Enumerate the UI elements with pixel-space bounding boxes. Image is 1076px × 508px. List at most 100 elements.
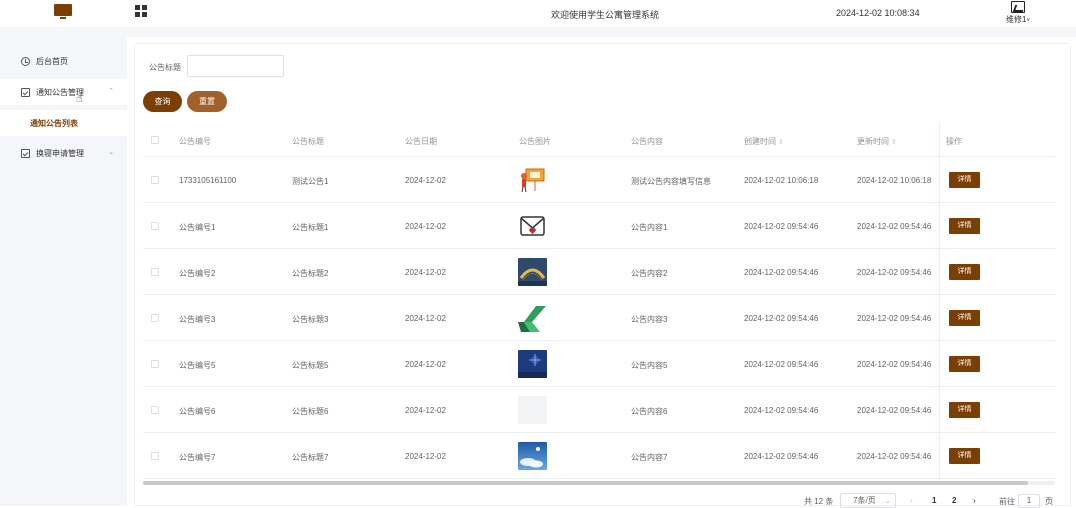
scrollbar-thumb[interactable] bbox=[143, 481, 1028, 485]
next-page-icon[interactable]: › bbox=[973, 496, 976, 505]
detail-button[interactable]: 详情 bbox=[949, 172, 980, 188]
prev-page-icon[interactable]: ‹ bbox=[910, 496, 913, 505]
presentation-thumbnail[interactable] bbox=[518, 166, 547, 194]
column-header-updated[interactable]: 更新时间 ⇕ bbox=[857, 136, 897, 147]
chevron-down-icon[interactable]: ˅ bbox=[1026, 18, 1030, 24]
avatar-image-icon[interactable] bbox=[1011, 1, 1025, 13]
cell-updated: 2024-12-02 09:54:46 bbox=[857, 222, 932, 231]
blank-thumbnail[interactable] bbox=[518, 396, 547, 424]
sort-icon[interactable]: ⇕ bbox=[891, 139, 897, 146]
detail-button[interactable]: 详情 bbox=[949, 218, 980, 234]
table-row: 公告编号2 公告标题2 2024-12-02 公告内容2 2024-12-02 … bbox=[143, 249, 1055, 295]
envelope-thumbnail[interactable] bbox=[518, 212, 547, 240]
page-unit-label: 页 bbox=[1045, 497, 1053, 506]
cell-date: 2024-12-02 bbox=[405, 222, 446, 231]
table-row: 公告编号1 公告标题1 2024-12-02 公告内容1 2024-12-02 … bbox=[143, 203, 1055, 249]
cell-content: 公告内容2 bbox=[631, 269, 668, 278]
goto-label: 前往 bbox=[999, 497, 1015, 506]
cell-created: 2024-12-02 09:54:46 bbox=[744, 406, 819, 415]
sidebar bbox=[0, 37, 127, 506]
row-checkbox[interactable] bbox=[151, 452, 159, 460]
column-header-image: 公告图片 bbox=[519, 137, 551, 146]
cell-date: 2024-12-02 bbox=[405, 360, 446, 369]
cell-date: 2024-12-02 bbox=[405, 452, 446, 461]
cell-date: 2024-12-02 bbox=[405, 314, 446, 323]
cell-title: 公告标题5 bbox=[292, 361, 329, 370]
cell-title: 公告标题7 bbox=[292, 453, 329, 462]
row-checkbox[interactable] bbox=[151, 268, 159, 276]
pagination-total: 共 12 条 bbox=[804, 497, 834, 506]
cell-content: 公告内容7 bbox=[631, 453, 668, 462]
cell-title: 公告标题1 bbox=[292, 223, 329, 232]
row-checkbox[interactable] bbox=[151, 314, 159, 322]
green-shape-thumbnail[interactable] bbox=[518, 304, 547, 332]
blue-sky-thumbnail[interactable] bbox=[518, 442, 547, 470]
hand-cursor-icon: ☝ bbox=[76, 93, 83, 105]
search-input[interactable] bbox=[187, 55, 284, 77]
sidebar-item-home[interactable]: 后台首页 bbox=[0, 48, 127, 74]
detail-button[interactable]: 详情 bbox=[949, 264, 980, 280]
column-header-date: 公告日期 bbox=[405, 137, 437, 146]
detail-button[interactable]: 详情 bbox=[949, 356, 980, 372]
apps-grid-icon[interactable] bbox=[135, 5, 147, 17]
table-row: 公告编号3 公告标题3 2024-12-02 公告内容3 2024-12-02 … bbox=[143, 295, 1055, 341]
cell-updated: 2024-12-02 09:54:46 bbox=[857, 314, 932, 323]
row-checkbox[interactable] bbox=[151, 360, 159, 368]
detail-button[interactable]: 详情 bbox=[949, 310, 980, 326]
page-2[interactable]: 2 bbox=[952, 496, 956, 505]
application-icon bbox=[21, 148, 30, 158]
top-bar: 欢迎使用学生公寓管理系统 2024-12-02 10:08:34 维修1˅ bbox=[0, 0, 1076, 27]
cell-created: 2024-12-02 10:06:18 bbox=[744, 176, 819, 185]
cell-title: 公告标题6 bbox=[292, 407, 329, 416]
page-size-value: 7条/页 bbox=[853, 496, 876, 505]
column-header-id: 公告编号 bbox=[179, 137, 211, 146]
cell-content: 公告内容1 bbox=[631, 223, 668, 232]
cell-updated: 2024-12-02 09:54:46 bbox=[857, 268, 932, 277]
search-label: 公告标题 bbox=[149, 63, 181, 72]
sidebar-subitem-notice-list[interactable]: 通知公告列表 bbox=[0, 110, 127, 136]
column-header-created[interactable]: 创建时间 ⇕ bbox=[744, 136, 784, 147]
table-row: 1733105161100 测试公告1 2024-12-02 测试公告内容填写信… bbox=[143, 157, 1055, 203]
sidebar-subitem-label: 通知公告列表 bbox=[30, 118, 78, 128]
username[interactable]: 维修1 bbox=[1006, 15, 1026, 24]
row-checkbox[interactable] bbox=[151, 176, 159, 184]
detail-button[interactable]: 详情 bbox=[949, 448, 980, 464]
cell-created: 2024-12-02 09:54:46 bbox=[744, 314, 819, 323]
arch-thumbnail[interactable] bbox=[518, 258, 547, 286]
sidebar-item-application[interactable]: 换寝申请管理 ⌄ bbox=[0, 140, 127, 166]
sidebar-item-notice[interactable]: 通知公告管理 ⌃ bbox=[0, 79, 127, 105]
cell-id: 公告编号3 bbox=[179, 315, 216, 324]
cell-title: 公告标题2 bbox=[292, 269, 329, 278]
cell-title: 测试公告1 bbox=[292, 177, 329, 186]
cell-updated: 2024-12-02 09:54:46 bbox=[857, 406, 932, 415]
cell-created: 2024-12-02 09:54:46 bbox=[744, 360, 819, 369]
column-header-content: 公告内容 bbox=[631, 137, 663, 146]
user-menu[interactable]: 维修1˅ bbox=[1000, 0, 1036, 27]
horizontal-scrollbar[interactable] bbox=[143, 481, 1055, 485]
select-all-checkbox[interactable] bbox=[151, 136, 159, 144]
row-checkbox[interactable] bbox=[151, 222, 159, 230]
fixed-column-divider bbox=[939, 123, 940, 481]
row-checkbox[interactable] bbox=[151, 406, 159, 414]
header-divider bbox=[0, 27, 1076, 37]
cell-content: 公告内容3 bbox=[631, 315, 668, 324]
sort-icon[interactable]: ⇕ bbox=[778, 139, 784, 146]
night-sky-thumbnail[interactable] bbox=[518, 350, 547, 378]
column-header-created-label: 创建时间 bbox=[744, 137, 776, 146]
table-row: 公告编号7 公告标题7 2024-12-02 公告内容7 2024-12-02 … bbox=[143, 433, 1055, 479]
cell-date: 2024-12-02 bbox=[405, 406, 446, 415]
column-header-title: 公告标题 bbox=[292, 137, 324, 146]
system-title: 欢迎使用学生公寓管理系统 bbox=[550, 10, 659, 20]
chevron-down-icon: ⌄ bbox=[108, 149, 114, 156]
cell-id: 公告编号2 bbox=[179, 269, 216, 278]
query-button[interactable]: 查询 bbox=[143, 91, 182, 112]
page-1[interactable]: 1 bbox=[932, 496, 936, 505]
current-datetime: 2024-12-02 10:08:34 bbox=[836, 8, 920, 18]
sidebar-item-label: 后台首页 bbox=[36, 56, 68, 66]
cell-updated: 2024-12-02 09:54:46 bbox=[857, 360, 932, 369]
cell-created: 2024-12-02 09:54:46 bbox=[744, 222, 819, 231]
reset-button[interactable]: 重置 bbox=[187, 91, 227, 112]
chevron-down-icon: ⌄ bbox=[884, 496, 891, 505]
detail-button[interactable]: 详情 bbox=[949, 402, 980, 418]
chevron-up-icon: ⌃ bbox=[108, 88, 114, 95]
